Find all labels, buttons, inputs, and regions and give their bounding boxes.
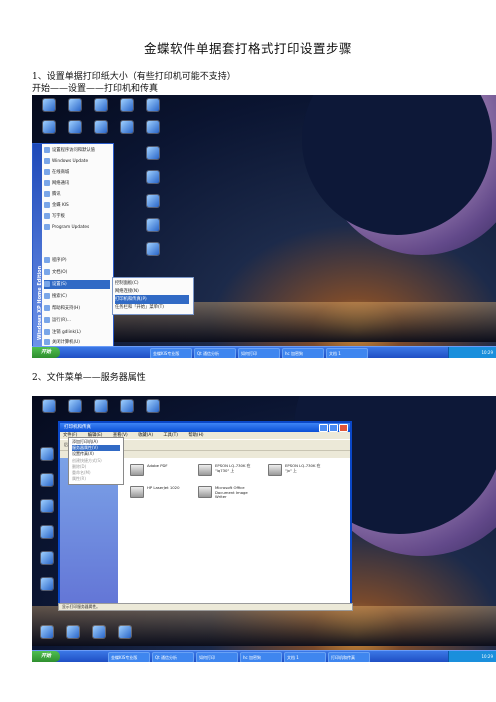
start-menu-search[interactable]: 搜索(C) <box>44 292 67 301</box>
desktop-icon[interactable] <box>36 121 62 134</box>
desktop-icon[interactable] <box>140 99 166 112</box>
taskbar-button[interactable]: 金蝶KIS专业版 <box>108 652 150 662</box>
system-tray-clock: 10:29 <box>448 651 496 662</box>
desktop-icon[interactable] <box>140 400 166 413</box>
desktop-icon[interactable] <box>140 219 166 232</box>
taskbar-button[interactable]: 打印机和传真 <box>328 652 370 662</box>
start-menu-help[interactable]: 帮助和支持(H) <box>44 304 80 313</box>
desktop-icon[interactable] <box>62 99 88 112</box>
start-menu: Windows XP Home Edition 设置程序访问和默认值 Windo… <box>32 143 114 349</box>
desktop-icon[interactable] <box>140 195 166 208</box>
desktop-icon[interactable] <box>62 121 88 134</box>
desktop-icon[interactable] <box>34 552 60 565</box>
printer-icon <box>198 486 212 498</box>
start-menu-logoff[interactable]: 注销 gdlink(L) <box>44 328 81 337</box>
desktop-icon[interactable] <box>36 400 62 413</box>
printer-icon <box>130 486 144 498</box>
start-menu-item[interactable]: 写字板 <box>44 212 65 221</box>
printer-icon <box>268 464 282 476</box>
desktop-icon[interactable] <box>88 99 114 112</box>
step1-heading: 1、设置单据打印纸大小（有些打印机可能不支持） <box>32 72 236 82</box>
status-bar: 显示打印服务器属性。 <box>58 603 353 611</box>
desktop-icon[interactable] <box>140 243 166 256</box>
desktop-icon[interactable] <box>86 626 112 639</box>
taskbar-button[interactable]: hc 加密狗 <box>282 348 324 358</box>
desktop-icon[interactable] <box>34 526 60 539</box>
start-button[interactable]: 开始 <box>32 651 60 662</box>
start-button[interactable]: 开始 <box>32 347 60 358</box>
desktop-icon[interactable] <box>34 448 60 461</box>
document-title: 金蝶软件单据套打格式打印设置步骤 <box>143 41 352 56</box>
printer-item[interactable]: Microsoft Office Document Image Writer <box>198 485 258 504</box>
step2-heading: 2、文件菜单——服务器属性 <box>32 373 146 383</box>
screenshot-start-menu: Windows XP Home Edition 设置程序访问和默认值 Windo… <box>32 95 496 358</box>
screenshot-printers-window: 打印机和传真 文件(F) 编辑(E) 查看(V) 收藏(A) 工具(T) 帮助(… <box>32 396 496 662</box>
desktop-icon[interactable] <box>88 400 114 413</box>
desktop-icon[interactable] <box>34 474 60 487</box>
desktop-icon[interactable] <box>34 500 60 513</box>
file-menu-setup-fax[interactable]: 设置传真(X) <box>72 451 94 457</box>
desktop-icon[interactable] <box>34 578 60 591</box>
desktop-icon[interactable] <box>140 121 166 134</box>
start-menu-item[interactable]: 腾讯 <box>44 190 61 199</box>
start-menu-item[interactable]: Program Updates <box>44 223 89 232</box>
menu-tools[interactable]: 工具(T) <box>163 433 178 438</box>
start-menu-item[interactable]: Windows Update <box>44 157 88 166</box>
close-icon[interactable] <box>339 424 348 432</box>
desktop-icon[interactable] <box>140 147 166 160</box>
taskbar-button[interactable]: Qt 通信分析 <box>194 348 236 358</box>
desktop-icon[interactable] <box>114 400 140 413</box>
maximize-icon[interactable] <box>329 424 338 432</box>
start-menu-brand-strip: Windows XP Home Edition <box>33 144 43 348</box>
start-menu-item[interactable]: 在线商城 <box>44 168 69 177</box>
taskbar-button[interactable]: hc 加密狗 <box>240 652 282 662</box>
menu-favorites[interactable]: 收藏(A) <box>138 433 153 438</box>
submenu-taskbar[interactable]: 任务栏和「开始」菜单(T) <box>115 303 164 312</box>
desktop-icon[interactable] <box>114 121 140 134</box>
printer-item[interactable]: Adobe PDF <box>130 463 190 482</box>
taskbar-button[interactable]: 如何打印 <box>196 652 238 662</box>
start-menu-documents[interactable]: 文档(O) <box>44 268 67 277</box>
window-titlebar[interactable]: 打印机和传真 <box>60 423 350 432</box>
settings-submenu: 控制面板(C) 网络连接(N) 打印机和传真(P) 任务栏和「开始」菜单(T) <box>112 277 194 315</box>
start-menu-programs[interactable]: 程序(P) <box>44 256 67 265</box>
printer-item[interactable]: HP LaserJet 1020 <box>130 485 190 504</box>
desktop-icon[interactable] <box>112 626 138 639</box>
printer-icon <box>130 464 144 476</box>
desktop-icon[interactable] <box>88 121 114 134</box>
start-menu-item[interactable]: 金蝶 KIS <box>44 201 69 210</box>
taskbar: 开始 金蝶KIS专业版 Qt 通信分析 如何打印 hc 加密狗 文档 1 10:… <box>32 346 496 358</box>
taskbar: 开始 金蝶KIS专业版 Qt 通信分析 如何打印 hc 加密狗 文档 1 打印机… <box>32 650 496 662</box>
printer-list: Adobe PDF EPSON LQ-730K 在 "lq730" 上 EPSO… <box>118 458 350 607</box>
menu-help[interactable]: 帮助(H) <box>188 433 203 438</box>
minimize-icon[interactable] <box>319 424 328 432</box>
desktop-icon[interactable] <box>34 626 60 639</box>
start-menu-item[interactable]: 网络通讯 <box>44 179 69 188</box>
desktop-icon[interactable] <box>62 400 88 413</box>
system-tray-clock: 10:29 <box>448 347 496 358</box>
file-menu-dropdown: 添加打印机(A) 服务器属性(V) 设置传真(X) 创建快捷方式(S) 删除(D… <box>68 437 124 485</box>
file-menu-properties[interactable]: 属性(R) <box>72 476 86 482</box>
taskbar-button[interactable]: 文档 1 <box>326 348 368 358</box>
printer-item[interactable]: EPSON LQ-730K 在 "jx" 上 <box>268 463 328 482</box>
desktop-icon[interactable] <box>60 626 86 639</box>
taskbar-button[interactable]: 金蝶KIS专业版 <box>150 348 192 358</box>
printer-icon <box>198 464 212 476</box>
printer-item[interactable]: EPSON LQ-730K 在 "lq730" 上 <box>198 463 258 482</box>
start-menu-item[interactable]: 设置程序访问和默认值 <box>44 146 95 155</box>
taskbar-button[interactable]: Qt 通信分析 <box>152 652 194 662</box>
step1-path: 开始——设置——打印机和传真 <box>32 84 159 94</box>
taskbar-button[interactable]: 如何打印 <box>238 348 280 358</box>
desktop-icon[interactable] <box>36 99 62 112</box>
start-menu-settings[interactable]: 设置(S) <box>44 280 110 289</box>
desktop-icon[interactable] <box>114 99 140 112</box>
start-menu-run[interactable]: 运行(R)... <box>44 316 71 325</box>
desktop-icon[interactable] <box>140 171 166 184</box>
taskbar-button[interactable]: 文档 1 <box>284 652 326 662</box>
